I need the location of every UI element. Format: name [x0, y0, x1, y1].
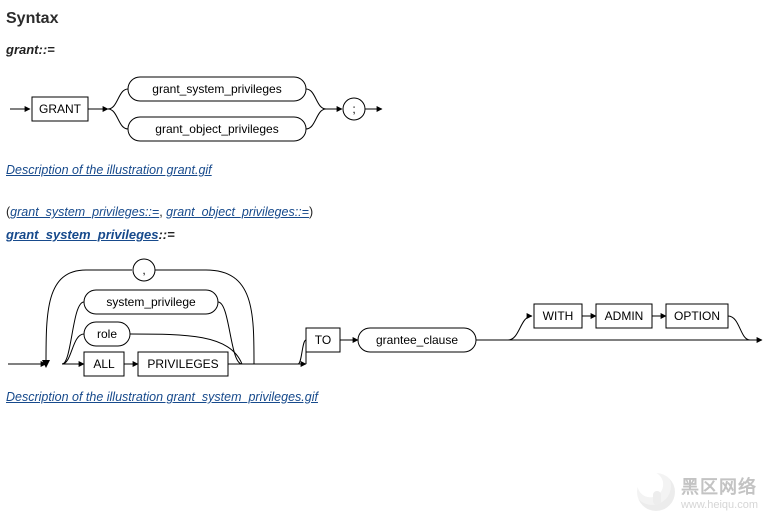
rule-name: grant [6, 42, 39, 57]
rule-grant-label: grant::= [6, 42, 760, 57]
kw-to: TO [315, 333, 331, 347]
desc-link-gsp[interactable]: Description of the illustration grant_sy… [6, 390, 318, 404]
link-sys-priv[interactable]: grant_system_privileges::= [10, 205, 159, 219]
alt-system-privilege: system_privilege [106, 295, 196, 309]
watermark-line2: www.heiqu.com [681, 499, 758, 511]
desc-link-grant[interactable]: Description of the illustration grant.gi… [6, 163, 212, 177]
watermark-line1: 黑区网络 [681, 473, 758, 499]
kw-grant: GRANT [39, 102, 82, 116]
rule-name-link[interactable]: grant_system_privileges [6, 227, 158, 242]
kw-with: WITH [543, 309, 574, 323]
loop-comma: , [142, 263, 145, 277]
rule-gsp-label: grant_system_privileges::= [6, 227, 760, 242]
kw-admin: ADMIN [605, 309, 644, 323]
kw-privileges: PRIVILEGES [147, 357, 218, 371]
branch-sys-priv: grant_system_privileges [152, 82, 281, 96]
watermark: 黑区网络 www.heiqu.com [637, 473, 758, 511]
watermark-logo-icon [637, 473, 675, 511]
branch-obj-priv: grant_object_privileges [155, 122, 278, 136]
kw-option: OPTION [674, 309, 720, 323]
kw-all: ALL [93, 357, 115, 371]
syntax-heading: Syntax [6, 10, 760, 28]
alt-role: role [97, 327, 117, 341]
diagram-grant: GRANT grant_system_privileges grant_obje… [6, 67, 760, 155]
link-obj-priv[interactable]: grant_object_privileges::= [166, 205, 309, 219]
grantee-clause: grantee_clause [376, 333, 458, 347]
rule-sep: ::= [158, 227, 174, 242]
diagram-grant-sys-priv: , system_privilege role ALL PRIVILEGES [6, 252, 760, 382]
terminator: ; [352, 102, 355, 116]
rule-sep: ::= [39, 42, 55, 57]
paren-refs: (grant_system_privileges::=, grant_objec… [6, 205, 760, 219]
